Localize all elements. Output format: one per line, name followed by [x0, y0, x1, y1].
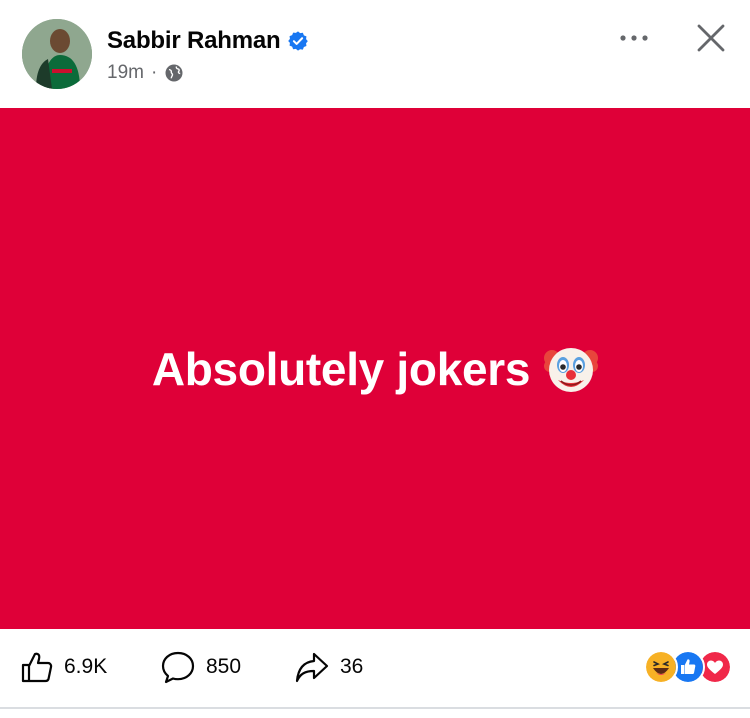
- close-button[interactable]: [688, 16, 734, 60]
- share-count: 36: [340, 655, 364, 678]
- author-name[interactable]: Sabbir Rahman: [107, 27, 281, 55]
- meta-separator: ·: [150, 62, 158, 83]
- action-bar: 6.9K 850 36: [0, 629, 750, 707]
- post-body: Absolutely jokers: [151, 342, 599, 396]
- bottom-divider: [0, 707, 750, 709]
- more-options-icon: [620, 35, 648, 41]
- comment-button[interactable]: 850: [160, 647, 241, 687]
- reaction-summary[interactable]: [644, 650, 736, 684]
- globe-icon: [165, 64, 183, 82]
- post-content[interactable]: Absolutely jokers: [0, 108, 750, 629]
- avatar-photo: [22, 19, 92, 89]
- comment-icon: [161, 651, 195, 684]
- author-avatar[interactable]: [22, 19, 92, 89]
- post-meta: 19m ·: [107, 62, 184, 84]
- like-button[interactable]: 6.9K: [20, 647, 107, 687]
- thumbs-up-icon: [21, 652, 53, 683]
- haha-reaction-icon: [644, 650, 678, 684]
- verified-badge-icon: [288, 31, 309, 51]
- author-row: Sabbir Rahman: [107, 26, 309, 56]
- more-options-button[interactable]: [612, 22, 656, 54]
- share-icon: [295, 652, 329, 683]
- post-header: Sabbir Rahman 19m ·: [0, 0, 750, 108]
- close-icon: [697, 24, 725, 52]
- share-button[interactable]: 36: [294, 647, 363, 687]
- post-timestamp[interactable]: 19m: [107, 62, 144, 84]
- clown-face-icon: [544, 347, 599, 392]
- post-text: Absolutely jokers: [151, 342, 531, 395]
- like-count: 6.9K: [64, 655, 108, 678]
- comment-count: 850: [206, 655, 242, 678]
